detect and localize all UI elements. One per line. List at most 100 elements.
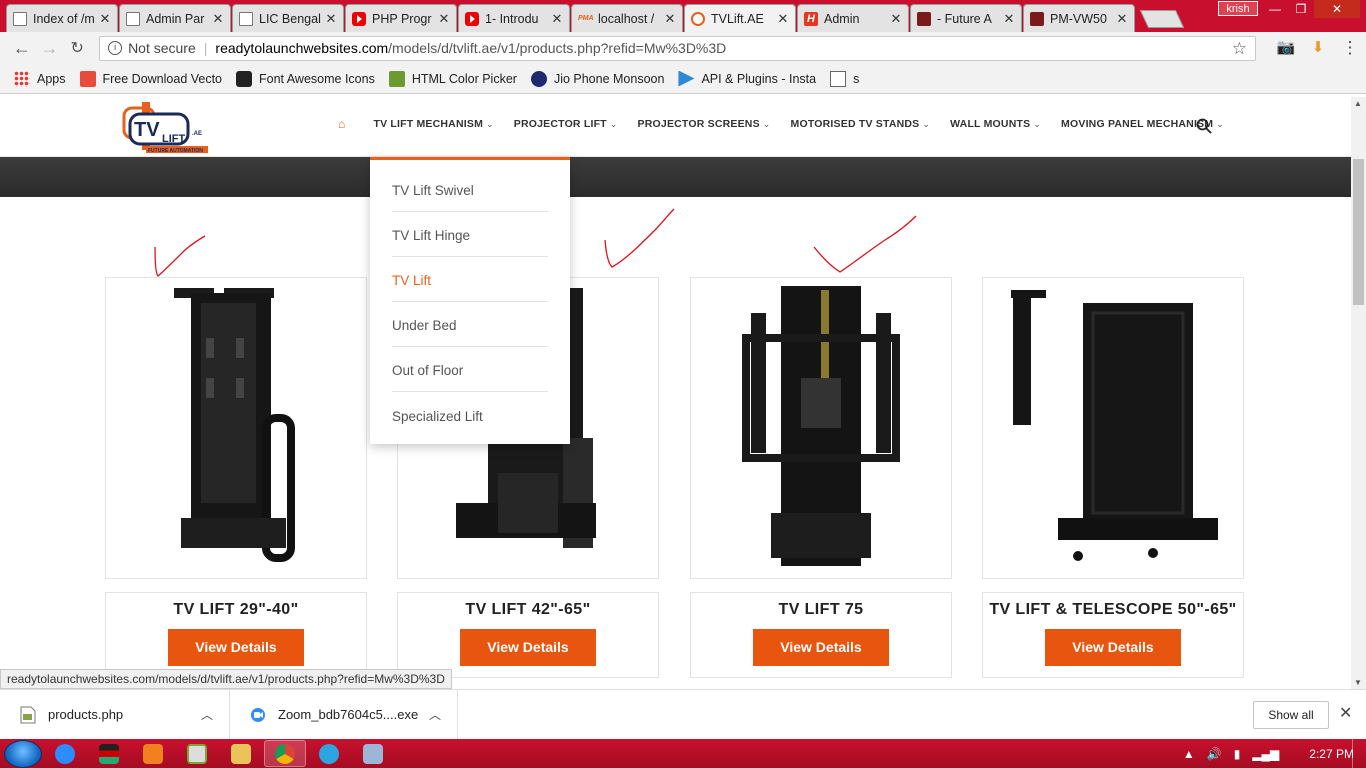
red-checkmark-annotation [813, 215, 917, 273]
home-icon[interactable]: ⌂ [338, 117, 345, 131]
bookmark-item[interactable]: Free Download Vecto [79, 70, 222, 87]
dropdown-item-tv-lift-swivel[interactable]: TV Lift Swivel [392, 160, 548, 212]
tray-expand-icon[interactable]: ▲ [1183, 747, 1195, 761]
address-bar[interactable]: i Not secure | readytolaunchwebsites.com… [99, 35, 1257, 61]
dropdown-item-out-of-floor[interactable]: Out of Floor [392, 347, 548, 392]
tvlift-logo[interactable]: TV LIFT .AE FUTURE AUTOMATION [120, 102, 220, 154]
profile-button[interactable]: krish [1218, 1, 1258, 16]
dropdown-item-under-bed[interactable]: Under Bed [392, 302, 548, 347]
power-icon[interactable]: ▮ [1234, 747, 1241, 761]
close-tab-icon[interactable]: ✕ [551, 11, 563, 27]
close-tab-icon[interactable]: ✕ [438, 11, 450, 27]
taskbar-app[interactable] [132, 740, 174, 767]
close-window-icon[interactable]: ✕ [1314, 0, 1360, 18]
dropdown-item-tv-lift[interactable]: TV Lift [392, 257, 548, 302]
w3schools-icon [388, 70, 405, 87]
reload-icon[interactable]: ↻ [63, 38, 91, 58]
chrome-icon [275, 743, 295, 764]
chevron-down-icon: ⌄ [922, 119, 931, 129]
logo-tagline: FUTURE AUTOMATION [148, 148, 203, 154]
show-all-button[interactable]: Show all [1253, 701, 1329, 729]
dropdown-item-specialized-lift[interactable]: Specialized Lift [392, 392, 548, 437]
browser-tab[interactable]: Admin Par ✕ [119, 4, 231, 32]
browser-tab[interactable]: H Admin ✕ [797, 4, 909, 32]
back-arrow-icon[interactable]: ← [8, 38, 36, 59]
browser-tab[interactable]: 1- Introdu ✕ [458, 4, 570, 32]
clock[interactable]: 2:27 PM [1309, 747, 1354, 761]
nav-projector-lift[interactable]: PROJECTOR LIFT ⌄ [514, 118, 618, 130]
nav-tv-lift-mechanism[interactable]: TV LIFT MECHANISM ⌄ [373, 118, 493, 130]
tvlift-favicon-icon [691, 11, 705, 26]
chevron-up-icon[interactable]: ︿ [429, 706, 441, 723]
close-tab-icon[interactable]: ✕ [1003, 11, 1015, 27]
view-details-button[interactable]: View Details [168, 629, 304, 666]
product-image-card[interactable] [690, 277, 952, 579]
scrollbar-thumb[interactable] [1353, 159, 1364, 305]
taskbar-app-chrome[interactable] [264, 740, 306, 767]
browser-tab[interactable]: - Future A ✕ [910, 4, 1022, 32]
bookmark-item[interactable]: HTML Color Picker [388, 70, 517, 87]
start-button[interactable] [4, 739, 42, 768]
download-item[interactable]: products.php ︿ [0, 689, 230, 740]
chevron-up-icon[interactable]: ︿ [201, 706, 213, 723]
scroll-down-icon[interactable]: ▼ [1354, 678, 1362, 687]
volume-icon[interactable]: 🔊 [1207, 747, 1222, 761]
menu-icon[interactable]: ⋮ [1334, 38, 1366, 58]
bookmark-item[interactable]: s [830, 70, 860, 87]
close-tab-icon[interactable]: ✕ [99, 11, 111, 27]
scroll-up-icon[interactable]: ▲ [1354, 99, 1362, 108]
bookmark-label: s [853, 71, 860, 86]
dropdown-item-tv-lift-hinge[interactable]: TV Lift Hinge [392, 212, 548, 257]
jio-icon [530, 70, 547, 87]
close-tab-icon[interactable]: ✕ [212, 11, 224, 27]
taskbar-app[interactable] [88, 740, 130, 767]
product-image-card[interactable] [982, 277, 1244, 579]
close-tab-icon[interactable]: ✕ [890, 11, 902, 27]
browser-tab[interactable]: PM-VW50 ✕ [1023, 4, 1135, 32]
close-tab-icon[interactable]: ✕ [777, 11, 789, 27]
taskbar-app[interactable] [308, 740, 350, 767]
info-icon[interactable]: i [108, 41, 123, 55]
restore-icon[interactable]: ❐ [1288, 0, 1314, 18]
api-icon [678, 70, 695, 87]
product-image-card[interactable] [105, 277, 367, 579]
bookmark-star-icon[interactable]: ☆ [1232, 39, 1247, 59]
close-tab-icon[interactable]: ✕ [325, 11, 337, 27]
new-tab-button[interactable] [1139, 10, 1185, 28]
browser-tab[interactable]: Index of /m ✕ [6, 4, 118, 32]
nav-motorised-tv-stands[interactable]: MOTORISED TV STANDS ⌄ [791, 118, 931, 130]
search-icon[interactable] [1196, 118, 1212, 134]
taskbar-app[interactable] [176, 740, 218, 767]
telegram-icon [319, 743, 339, 764]
browser-tab[interactable]: LIC Bengal ✕ [232, 4, 344, 32]
camera-icon[interactable]: 📷 [1270, 38, 1302, 58]
view-details-button[interactable]: View Details [1045, 629, 1181, 666]
download-arrow-icon[interactable]: ⬇ [1302, 38, 1334, 58]
page-scrollbar[interactable]: ▲ ▼ [1351, 97, 1366, 689]
bookmark-apps[interactable]: Apps [14, 70, 66, 87]
taskbar-app[interactable] [44, 740, 86, 767]
url-path: /models/d/tvlift.ae/v1/products.php?refi… [388, 40, 727, 56]
browser-tab[interactable]: PHP Progr ✕ [345, 4, 457, 32]
network-icon[interactable]: ▂▄▆ [1252, 747, 1279, 761]
php-file-icon [20, 706, 36, 723]
browser-tab[interactable]: PMA localhost / ✕ [571, 4, 683, 32]
bookmark-item[interactable]: Font Awesome Icons [236, 70, 375, 87]
view-details-button[interactable]: View Details [460, 629, 596, 666]
view-details-button[interactable]: View Details [753, 629, 889, 666]
forward-arrow-icon[interactable]: → [36, 38, 64, 59]
close-tab-icon[interactable]: ✕ [664, 11, 676, 27]
bookmark-item[interactable]: API & Plugins - Insta [678, 70, 816, 87]
taskbar-app[interactable] [352, 740, 394, 767]
nav-wall-mounts[interactable]: WALL MOUNTS ⌄ [950, 118, 1041, 130]
download-item[interactable]: Zoom_bdb7604c5....exe ︿ [230, 689, 458, 740]
bookmark-item[interactable]: Jio Phone Monsoon [530, 70, 664, 87]
main-nav: ⌂ TV LIFT MECHANISM ⌄ PROJECTOR LIFT ⌄ PRO… [338, 117, 1244, 131]
minimize-icon[interactable]: — [1262, 0, 1288, 18]
close-tab-icon[interactable]: ✕ [1116, 11, 1128, 27]
show-desktop-button[interactable] [1352, 739, 1366, 768]
taskbar-app[interactable] [220, 740, 262, 767]
nav-projector-screens[interactable]: PROJECTOR SCREENS ⌄ [638, 118, 771, 130]
browser-tab-active[interactable]: TVLift.AE ✕ [684, 4, 796, 32]
close-shelf-icon[interactable]: ✕ [1339, 703, 1352, 723]
